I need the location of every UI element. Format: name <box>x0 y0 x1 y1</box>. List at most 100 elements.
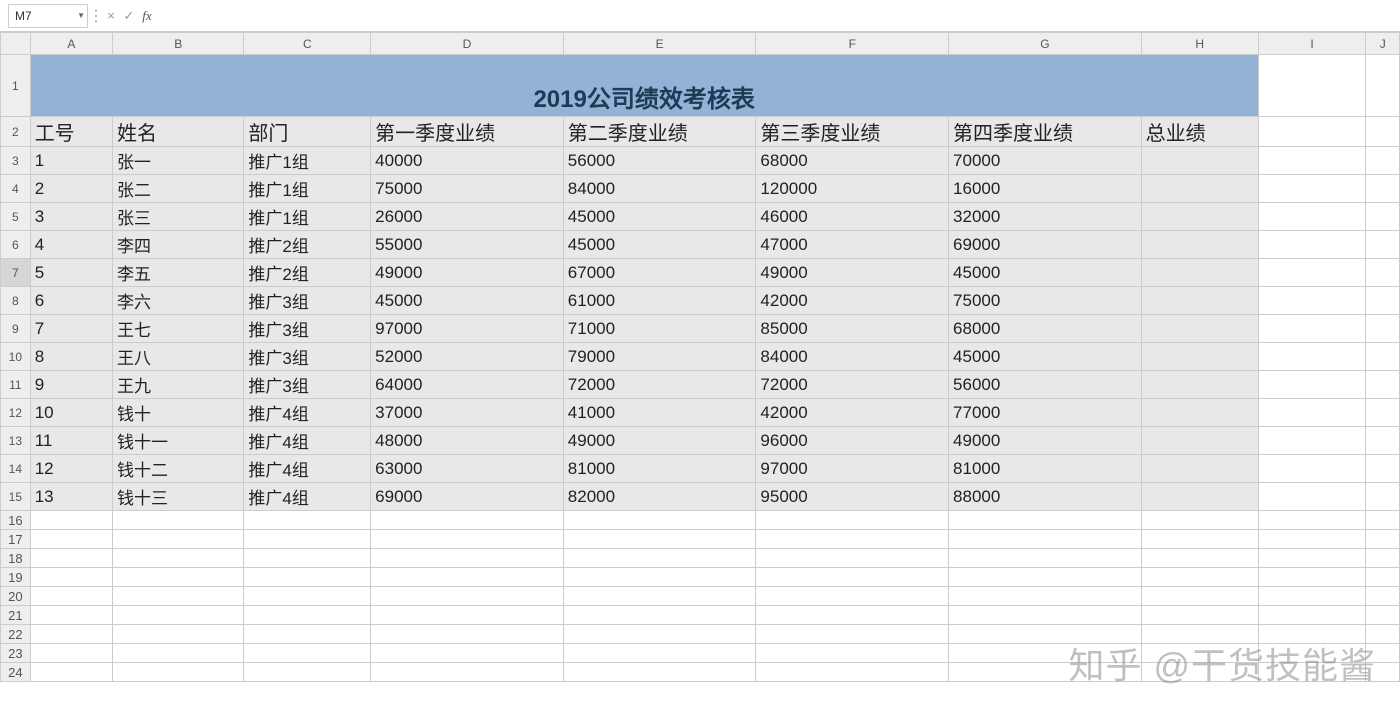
cell-I6[interactable] <box>1258 231 1366 259</box>
cell-D8[interactable]: 45000 <box>371 287 564 315</box>
cell-I22[interactable] <box>1258 625 1366 644</box>
cell-F6[interactable]: 47000 <box>756 231 949 259</box>
cell-B10[interactable]: 王八 <box>112 343 243 371</box>
cell-F24[interactable] <box>756 663 949 682</box>
cell-E18[interactable] <box>563 549 756 568</box>
cell-H18[interactable] <box>1141 549 1258 568</box>
cell-H20[interactable] <box>1141 587 1258 606</box>
cell-D19[interactable] <box>371 568 564 587</box>
cell-B7[interactable]: 李五 <box>112 259 243 287</box>
cell-I2[interactable] <box>1258 117 1366 147</box>
cell-C14[interactable]: 推广4组 <box>244 455 371 483</box>
cell-G7[interactable]: 45000 <box>949 259 1142 287</box>
rowhead-5[interactable]: 5 <box>1 203 31 231</box>
cell-D11[interactable]: 64000 <box>371 371 564 399</box>
cell-H2[interactable]: 总业绩 <box>1141 117 1258 147</box>
cell-B24[interactable] <box>112 663 243 682</box>
cell-E8[interactable]: 61000 <box>563 287 756 315</box>
cell-I13[interactable] <box>1258 427 1366 455</box>
cell-C4[interactable]: 推广1组 <box>244 175 371 203</box>
cell-I19[interactable] <box>1258 568 1366 587</box>
colhead-I[interactable]: I <box>1258 33 1366 55</box>
cell-J10[interactable] <box>1366 343 1400 371</box>
colhead-D[interactable]: D <box>371 33 564 55</box>
cell-B12[interactable]: 钱十 <box>112 399 243 427</box>
colhead-C[interactable]: C <box>244 33 371 55</box>
cell-D15[interactable]: 69000 <box>371 483 564 511</box>
cell-H3[interactable] <box>1141 147 1258 175</box>
cell-H11[interactable] <box>1141 371 1258 399</box>
cell-J17[interactable] <box>1366 530 1400 549</box>
rowhead-3[interactable]: 3 <box>1 147 31 175</box>
cell-C19[interactable] <box>244 568 371 587</box>
cell-H4[interactable] <box>1141 175 1258 203</box>
cell-B6[interactable]: 李四 <box>112 231 243 259</box>
rowhead-7[interactable]: 7 <box>1 259 31 287</box>
cell-J1[interactable] <box>1366 55 1400 117</box>
rowhead-19[interactable]: 19 <box>1 568 31 587</box>
cell-C9[interactable]: 推广3组 <box>244 315 371 343</box>
cell-H13[interactable] <box>1141 427 1258 455</box>
cell-H21[interactable] <box>1141 606 1258 625</box>
cell-G9[interactable]: 68000 <box>949 315 1142 343</box>
cell-D6[interactable]: 55000 <box>371 231 564 259</box>
colhead-H[interactable]: H <box>1141 33 1258 55</box>
cell-H12[interactable] <box>1141 399 1258 427</box>
cell-G18[interactable] <box>949 549 1142 568</box>
cell-D4[interactable]: 75000 <box>371 175 564 203</box>
cell-J11[interactable] <box>1366 371 1400 399</box>
cell-D10[interactable]: 52000 <box>371 343 564 371</box>
cell-J19[interactable] <box>1366 568 1400 587</box>
cell-A2[interactable]: 工号 <box>30 117 112 147</box>
cell-A3[interactable]: 1 <box>30 147 112 175</box>
cell-D3[interactable]: 40000 <box>371 147 564 175</box>
cell-J24[interactable] <box>1366 663 1400 682</box>
rowhead-15[interactable]: 15 <box>1 483 31 511</box>
cell-F21[interactable] <box>756 606 949 625</box>
cell-B17[interactable] <box>112 530 243 549</box>
cell-B2[interactable]: 姓名 <box>112 117 243 147</box>
cell-G14[interactable]: 81000 <box>949 455 1142 483</box>
cell-C10[interactable]: 推广3组 <box>244 343 371 371</box>
cell-F9[interactable]: 85000 <box>756 315 949 343</box>
cell-G24[interactable] <box>949 663 1142 682</box>
cell-C6[interactable]: 推广2组 <box>244 231 371 259</box>
cell-A23[interactable] <box>30 644 112 663</box>
cell-C23[interactable] <box>244 644 371 663</box>
cell-J23[interactable] <box>1366 644 1400 663</box>
cell-A6[interactable]: 4 <box>30 231 112 259</box>
cell-F3[interactable]: 68000 <box>756 147 949 175</box>
cell-I12[interactable] <box>1258 399 1366 427</box>
cell-E14[interactable]: 81000 <box>563 455 756 483</box>
cell-G8[interactable]: 75000 <box>949 287 1142 315</box>
rowhead-23[interactable]: 23 <box>1 644 31 663</box>
rowhead-21[interactable]: 21 <box>1 606 31 625</box>
cell-G12[interactable]: 77000 <box>949 399 1142 427</box>
cell-G4[interactable]: 16000 <box>949 175 1142 203</box>
rowhead-4[interactable]: 4 <box>1 175 31 203</box>
cell-D24[interactable] <box>371 663 564 682</box>
cell-C17[interactable] <box>244 530 371 549</box>
cell-C5[interactable]: 推广1组 <box>244 203 371 231</box>
cell-J2[interactable] <box>1366 117 1400 147</box>
cell-I11[interactable] <box>1258 371 1366 399</box>
cell-F23[interactable] <box>756 644 949 663</box>
colhead-F[interactable]: F <box>756 33 949 55</box>
colhead-G[interactable]: G <box>949 33 1142 55</box>
cell-E3[interactable]: 56000 <box>563 147 756 175</box>
cell-H8[interactable] <box>1141 287 1258 315</box>
cell-J8[interactable] <box>1366 287 1400 315</box>
cell-B19[interactable] <box>112 568 243 587</box>
cell-E16[interactable] <box>563 511 756 530</box>
cell-F20[interactable] <box>756 587 949 606</box>
cell-J3[interactable] <box>1366 147 1400 175</box>
cell-I15[interactable] <box>1258 483 1366 511</box>
cell-I16[interactable] <box>1258 511 1366 530</box>
cell-A19[interactable] <box>30 568 112 587</box>
cell-A14[interactable]: 12 <box>30 455 112 483</box>
formula-input[interactable] <box>156 4 1400 28</box>
rowhead-22[interactable]: 22 <box>1 625 31 644</box>
cell-A13[interactable]: 11 <box>30 427 112 455</box>
cell-G20[interactable] <box>949 587 1142 606</box>
cell-J20[interactable] <box>1366 587 1400 606</box>
